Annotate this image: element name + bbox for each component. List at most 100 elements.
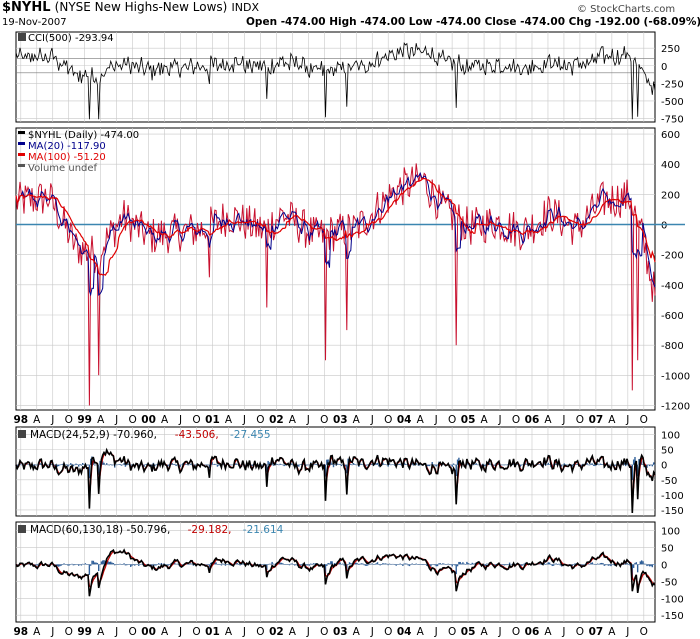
- macd1-legend-label: MACD(24,52,9) -70.960,: [30, 429, 157, 441]
- macd2-histogram-bar: [398, 564, 400, 565]
- macd2-histogram-bar: [307, 564, 309, 566]
- macd1-histogram-bar: [76, 464, 79, 465]
- macd1-y-tick-label: -150: [661, 506, 684, 517]
- price-legend-swatch: [18, 142, 25, 145]
- macd1-histogram-bar: [155, 464, 157, 466]
- macd1-histogram-bar: [500, 464, 503, 466]
- macd2-histogram-bar: [471, 562, 473, 565]
- macd2-histogram-bar: [220, 564, 223, 566]
- macd2-histogram-bar: [539, 563, 541, 565]
- macd2-histogram-bar: [111, 562, 113, 565]
- macd2-histogram-bar: [239, 564, 241, 566]
- x-tick-label-bottom: 99: [77, 626, 92, 638]
- macd2-histogram-bar: [130, 564, 132, 567]
- macd1-y-tick-label: 100: [661, 431, 680, 442]
- macd2-histogram-bar: [462, 562, 464, 565]
- macd1-histogram-bar: [124, 464, 127, 467]
- macd1-histogram-bar: [334, 464, 336, 465]
- macd2-histogram-bar: [407, 564, 409, 566]
- x-tick-label-bottom: J: [625, 626, 629, 638]
- macd2-histogram-bar: [408, 564, 411, 567]
- macd1-histogram-bar: [190, 463, 192, 465]
- macd2-legend-label: MACD(60,130,18) -50.796,: [30, 524, 170, 536]
- macd2-histogram-bar: [108, 561, 111, 565]
- x-tick-label-top: A: [608, 414, 616, 426]
- macd1-histogram-bar: [172, 464, 175, 465]
- x-tick-label-bottom: O: [576, 626, 584, 638]
- macd2-histogram-bar: [555, 563, 557, 565]
- macd1-histogram-bar: [399, 463, 401, 465]
- macd1-histogram-bar: [104, 464, 107, 466]
- x-tick-label-top: J: [306, 414, 310, 426]
- macd2-histogram-bar: [343, 564, 345, 566]
- macd2-histogram-bar: [114, 564, 116, 566]
- x-tick-label-top: O: [65, 414, 73, 426]
- macd2-histogram-bar: [100, 561, 103, 565]
- price-legend-swatch: [18, 164, 25, 167]
- x-tick-label-top: 05: [461, 414, 476, 426]
- macd2-histogram-bar: [548, 562, 551, 565]
- macd1-histogram-bar: [299, 464, 301, 465]
- macd2-legend-swatch: [18, 525, 26, 533]
- macd2-histogram-bar: [92, 560, 95, 565]
- macd1-histogram-bar: [472, 464, 475, 466]
- macd1-histogram-bar: [546, 464, 548, 465]
- x-tick-label-top: A: [480, 414, 488, 426]
- macd2-histogram-bar: [167, 564, 169, 566]
- macd1-histogram-bar: [338, 464, 340, 465]
- macd2-histogram-bar: [339, 562, 341, 565]
- macd2-histogram-bar: [435, 564, 437, 567]
- macd2-histogram-bar: [590, 562, 592, 565]
- macd2-histogram-bar: [326, 564, 328, 566]
- macd1-histogram-bar: [276, 464, 279, 465]
- x-tick-label-top: J: [242, 414, 246, 426]
- x-tick-label-bottom: O: [192, 626, 200, 638]
- macd2-histogram-bar: [340, 563, 343, 565]
- macd2-histogram-bar: [366, 564, 368, 566]
- macd1-histogram-bar: [419, 464, 421, 466]
- macd1-histogram-bar: [562, 464, 564, 466]
- macd2-histogram-bar: [216, 564, 219, 565]
- x-tick-label-top: 01: [205, 414, 220, 426]
- macd1-histogram-bar: [65, 464, 68, 466]
- macd2-histogram-bar: [59, 564, 61, 567]
- macd2-histogram-bar: [375, 563, 377, 565]
- macd2-histogram-bar: [76, 564, 79, 565]
- macd2-histogram-bar: [598, 563, 600, 565]
- x-tick-label-bottom: A: [97, 626, 105, 638]
- macd1-histogram-bar: [427, 464, 429, 467]
- macd2-histogram-bar: [600, 562, 603, 565]
- x-tick-label-top: J: [625, 414, 629, 426]
- macd2-histogram-bar: [80, 564, 83, 566]
- macd2-histogram-bar: [272, 563, 275, 565]
- macd2-histogram-bar: [522, 564, 524, 566]
- macd2-histogram-bar: [371, 563, 373, 565]
- macd2-histogram-bar: [112, 562, 115, 565]
- macd2-histogram-bar: [403, 563, 405, 565]
- x-tick-label-top: A: [33, 414, 41, 426]
- macd1-y-tick-label: -100: [661, 491, 684, 502]
- x-tick-label-top: A: [417, 414, 425, 426]
- macd1-histogram-bar: [126, 464, 128, 466]
- macd2-histogram-bar: [507, 564, 509, 565]
- macd2-histogram-bar: [236, 563, 239, 565]
- x-tick-label-top: 99: [77, 414, 92, 426]
- macd2-histogram-bar: [152, 563, 155, 565]
- macd1-histogram-bar: [73, 464, 76, 466]
- macd1-histogram-bar: [216, 464, 219, 467]
- macd1-histogram-bar: [77, 464, 80, 467]
- macd2-histogram-bar: [139, 564, 141, 565]
- macd2-histogram-bar: [98, 564, 100, 572]
- macd1-histogram-bar: [251, 464, 253, 466]
- macd2-histogram-bar: [606, 564, 608, 565]
- macd2-histogram-bar: [99, 564, 101, 565]
- macd1-histogram-bar: [112, 464, 115, 466]
- macd1-histogram-bar: [520, 464, 523, 466]
- macd2-legend-label: -29.182,: [188, 524, 232, 536]
- price-y-tick-label: -1200: [661, 401, 690, 412]
- macd2-histogram-bar: [126, 564, 128, 566]
- macd2-histogram-bar: [447, 563, 449, 565]
- macd2-histogram-bar: [510, 564, 512, 565]
- macd2-histogram-bar: [370, 563, 372, 565]
- macd1-histogram-bar: [127, 463, 129, 465]
